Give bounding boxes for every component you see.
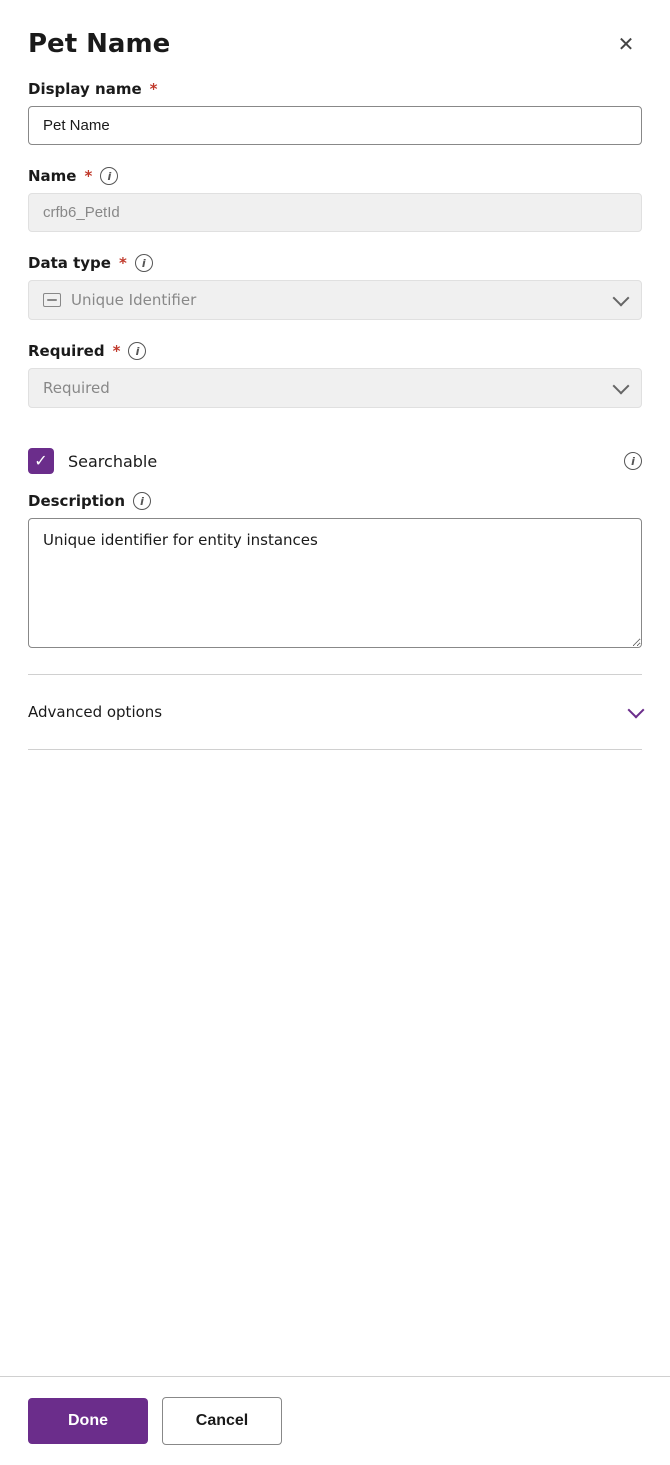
done-button[interactable]: Done (28, 1398, 148, 1444)
description-label: Description i (28, 492, 642, 510)
advanced-options-row[interactable]: Advanced options (28, 683, 642, 741)
divider-bottom (28, 749, 642, 750)
cancel-button[interactable]: Cancel (162, 1397, 282, 1445)
description-info-icon: i (133, 492, 151, 510)
unique-identifier-icon (43, 293, 61, 307)
panel-body: Display name * Name * i Data type * i (0, 80, 670, 1067)
close-icon: ✕ (618, 32, 635, 57)
close-button[interactable]: ✕ (610, 28, 642, 60)
name-label: Name * i (28, 167, 642, 185)
required-info-icon: i (128, 342, 146, 360)
searchable-label: Searchable (68, 452, 157, 471)
required-group: Required * i Required (28, 342, 642, 408)
data-type-info-icon: i (135, 254, 153, 272)
divider-top (28, 674, 642, 675)
searchable-checkbox[interactable]: ✓ (28, 448, 54, 474)
name-input (28, 193, 642, 232)
required-value: Required (43, 379, 110, 397)
display-name-required: * (150, 80, 158, 98)
data-type-required: * (119, 254, 127, 272)
advanced-options-label: Advanced options (28, 703, 162, 721)
data-type-chevron-icon (613, 290, 630, 307)
display-name-input[interactable] (28, 106, 642, 145)
display-name-group: Display name * (28, 80, 642, 145)
required-star: * (113, 342, 121, 360)
panel-header: Pet Name ✕ (0, 0, 670, 80)
required-chevron-icon (613, 378, 630, 395)
panel-title: Pet Name (28, 29, 170, 59)
required-select[interactable]: Required (28, 368, 642, 408)
name-required: * (84, 167, 92, 185)
data-type-label: Data type * i (28, 254, 642, 272)
advanced-chevron-icon (628, 702, 645, 719)
display-name-label: Display name * (28, 80, 642, 98)
checkbox-check-icon: ✓ (34, 453, 47, 469)
spacer (0, 1067, 670, 1376)
description-group: Description i Unique identifier for enti… (28, 492, 642, 652)
data-type-select[interactable]: Unique Identifier (28, 280, 642, 320)
searchable-info-icon: i (624, 452, 642, 470)
searchable-row: ✓ Searchable i (28, 430, 642, 492)
description-textarea[interactable]: Unique identifier for entity instances (28, 518, 642, 648)
required-label: Required * i (28, 342, 642, 360)
panel: Pet Name ✕ Display name * Name * i Da (0, 0, 670, 1465)
name-group: Name * i (28, 167, 642, 232)
data-type-value: Unique Identifier (71, 291, 196, 309)
data-type-group: Data type * i Unique Identifier (28, 254, 642, 320)
name-info-icon: i (100, 167, 118, 185)
panel-footer: Done Cancel (0, 1376, 670, 1465)
